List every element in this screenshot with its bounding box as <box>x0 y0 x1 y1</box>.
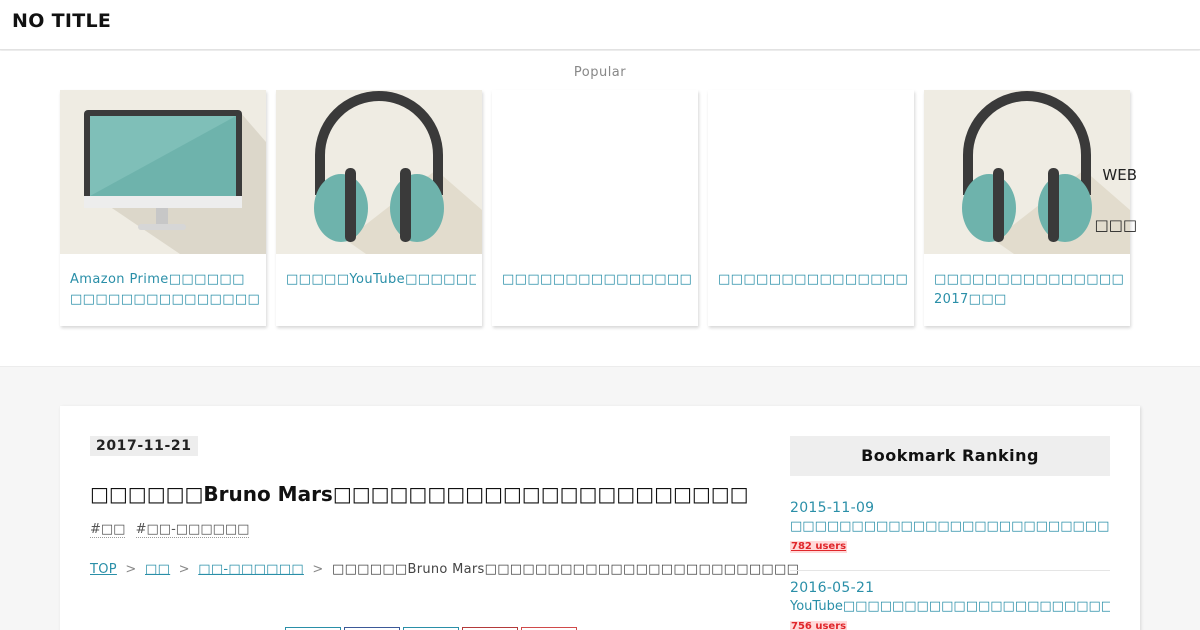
popular-card[interactable]: □□□□□□□□□□□□□□□□□□□□□□□□□ <box>708 90 914 326</box>
breadcrumb-separator: > <box>125 562 137 577</box>
site-header: NO TITLE <box>0 0 1200 50</box>
ranking-title-link[interactable]: YouTube□□□□□□□□□□□□□□□□□□□□□□□□□□□□□ <box>790 599 1110 614</box>
ranking-date: 2016-05-21 <box>790 580 875 596</box>
card-thumbnail[interactable] <box>276 90 482 254</box>
headphones-icon <box>276 90 482 254</box>
thumbnail-overlay-text: □□□ <box>1094 216 1137 234</box>
card-title[interactable]: □□□□□□□□□□□□□□□□□□□□□2016-2017□□□ <box>934 270 1124 312</box>
popular-label: Popular <box>573 65 627 80</box>
card-thumbnail[interactable] <box>60 90 266 254</box>
breadcrumb-category-link[interactable]: □□ <box>145 562 170 577</box>
breadcrumb-top-link[interactable]: TOP <box>90 562 117 577</box>
ranking-date: 2015-11-09 <box>790 500 875 516</box>
main-content: 2017-11-21 □□□□□□Bruno Mars□□□□□□□□□□□□□… <box>60 406 1140 630</box>
breadcrumb-separator: > <box>178 562 190 577</box>
bookmark-users-badge[interactable]: 782 users <box>790 541 848 553</box>
card-title[interactable]: Amazon Prime□□□□□□ □□□□□□□□□□□□□□□□□□□□□… <box>70 270 260 312</box>
breadcrumb: TOP > □□ > □□-□□□□□□ > □□□□□□Bruno Mars□… <box>90 562 799 577</box>
card-title[interactable]: □□□□□□□□□□□□□□□□□□□□□□□□□ <box>718 270 908 312</box>
card-title[interactable]: □□□□□□□□□□□□□□□□□□□□□□□□□□□□□□□□□ <box>502 270 692 312</box>
ranking-item: 2015-11-09 □□□□□□□□□□□□□□□□□□□□□□□□□□□□□… <box>790 500 1110 553</box>
thumbnail-overlay-text: WEB <box>1102 166 1137 184</box>
card-thumbnail[interactable] <box>708 90 914 254</box>
bookmark-users-badge[interactable]: 756 users <box>790 621 848 630</box>
post-date: 2017-11-21 <box>90 436 198 456</box>
popular-card[interactable]: □□□□□□□□□□□□□□□□□□□□□□□□□□□□□□□□□ <box>492 90 698 326</box>
post-tags: #□□ #□□-□□□□□□ <box>90 522 255 538</box>
card-thumbnail[interactable] <box>492 90 698 254</box>
breadcrumb-subcategory-link[interactable]: □□-□□□□□□ <box>198 562 304 577</box>
monitor-icon <box>60 90 266 254</box>
ranking-item: 2016-05-21 YouTube□□□□□□□□□□□□□□□□□□□□□□… <box>790 580 1110 630</box>
card-thumbnail[interactable]: WEB □□□ <box>924 90 1137 254</box>
site-title[interactable]: NO TITLE <box>12 10 111 32</box>
ranking-title-link[interactable]: □□□□□□□□□□□□□□□□□□□□□□□□□□□□□□□□□□ <box>790 519 1110 534</box>
popular-card[interactable]: WEB □□□ □□□□□□□□□□□□□□□□□□□□□2016-2017□□… <box>924 90 1137 326</box>
tag-link[interactable]: #□□-□□□□□□ <box>135 522 250 538</box>
popular-section: Popular Amazon Prime□□□□□□ □□□□□□□□□□□□□… <box>0 51 1200 367</box>
breadcrumb-current: □□□□□□Bruno Mars□□□□□□□□□□□□□□□□□□□□□□□□… <box>331 562 800 577</box>
post-title: □□□□□□Bruno Mars□□□□□□□□□□□□□□□□□□□□□□□□… <box>90 482 750 506</box>
breadcrumb-separator: > <box>312 562 324 577</box>
divider <box>790 570 1110 571</box>
card-title[interactable]: □□□□□YouTube□□□□□□□□□□□TOP40 <box>286 270 476 312</box>
tag-link[interactable]: #□□ <box>90 522 126 538</box>
popular-card[interactable]: □□□□□YouTube□□□□□□□□□□□TOP40 <box>276 90 482 326</box>
popular-card[interactable]: Amazon Prime□□□□□□ □□□□□□□□□□□□□□□□□□□□□… <box>60 90 266 326</box>
bookmark-ranking-heading: Bookmark Ranking <box>790 436 1110 476</box>
